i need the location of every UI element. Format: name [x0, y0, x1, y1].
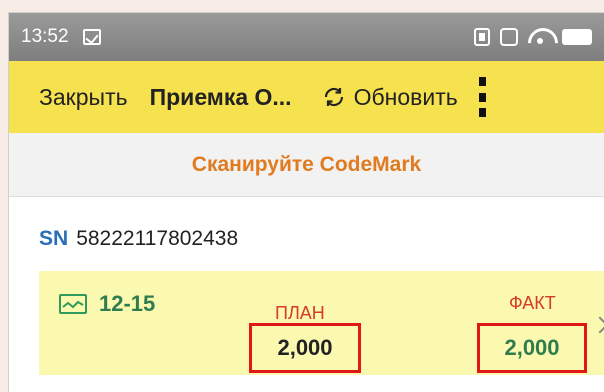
serial-number-row: SN 58222117802438 [39, 227, 238, 251]
status-icons [474, 28, 592, 46]
app-window: 13:52 Закрыть Приемка О... Обновить Скан… [8, 12, 604, 392]
graph-icon [59, 294, 87, 314]
fact-label: ФАКТ [509, 293, 556, 313]
fact-value: 2,000 [504, 335, 560, 360]
status-bar: 13:52 [9, 13, 604, 61]
item-range: 12-15 [99, 291, 156, 316]
plan-label: ПЛАН [275, 303, 325, 323]
serial-number: 58222117802438 [76, 227, 239, 250]
item-card[interactable]: 12-15 ПЛАН ФАКТ 2,000 2,000 [39, 271, 604, 375]
fact-value-box: 2,000 [477, 323, 587, 373]
scan-prompt-banner: Сканируйте CodeMark [9, 133, 604, 197]
plan-value: 2,000 [277, 335, 333, 360]
nfc-icon [500, 28, 518, 46]
sim-icon [474, 28, 490, 46]
wifi-icon [528, 28, 552, 46]
close-button[interactable]: Закрыть [39, 84, 128, 111]
plan-value-box: 2,000 [249, 323, 361, 373]
refresh-label: Обновить [353, 83, 458, 110]
notification-check-icon [82, 29, 101, 45]
refresh-button[interactable]: Обновить [322, 84, 458, 111]
page-title: Приемка О... [149, 83, 292, 110]
toolbar: Закрыть Приемка О... Обновить [9, 61, 604, 133]
scan-prompt-text: Сканируйте CodeMark [191, 152, 422, 176]
more-menu-icon[interactable] [476, 77, 490, 117]
serial-prefix: SN [39, 227, 69, 250]
refresh-icon [324, 87, 343, 107]
battery-icon [562, 29, 592, 45]
chevron-right-icon [591, 316, 604, 334]
status-time: 13:52 [21, 26, 69, 47]
